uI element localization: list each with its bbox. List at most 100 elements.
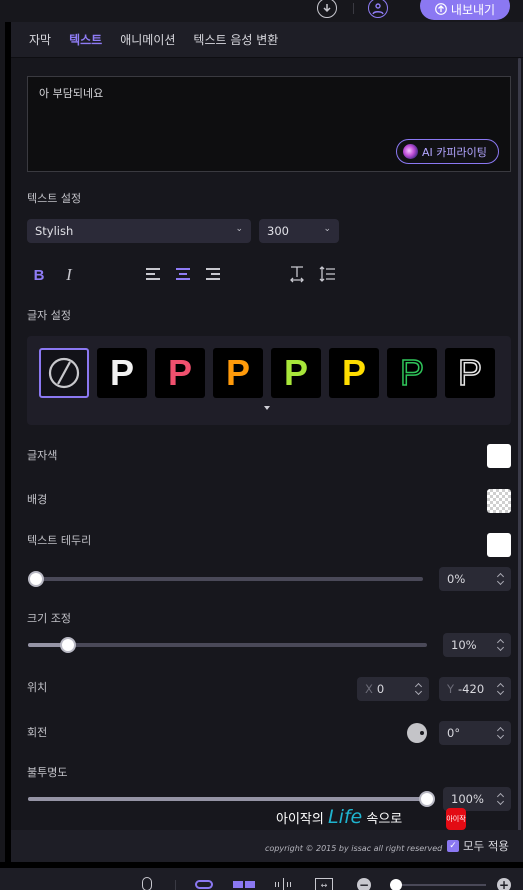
text-style-presets: PPPPPPP [27, 336, 511, 425]
tab-animation[interactable]: 애니메이션 [120, 31, 175, 48]
letter-spacing-icon[interactable] [289, 265, 305, 283]
tab-text[interactable]: 텍스트 [69, 31, 102, 48]
stepper-arrows-icon[interactable] [497, 682, 505, 696]
size-value: 10% [451, 638, 477, 652]
preset-pink[interactable]: P [155, 348, 205, 398]
divider [353, 3, 354, 14]
align-right-icon[interactable] [206, 267, 221, 281]
export-button[interactable]: 내보내기 [420, 0, 510, 20]
position-x-input[interactable]: X 0 [357, 677, 429, 701]
text-settings-label: 텍스트 설정 [27, 192, 82, 205]
size-slider[interactable] [28, 637, 427, 653]
text-border-label: 텍스트 테두리 [27, 534, 92, 547]
preset-none[interactable] [39, 348, 89, 398]
scrollbar[interactable] [518, 58, 521, 833]
border-width-slider[interactable] [28, 571, 423, 587]
download-circle-icon[interactable] [317, 0, 337, 18]
position-x-value: 0 [376, 682, 385, 696]
preset-yellow[interactable]: P [329, 348, 379, 398]
text-color-label: 글자색 [27, 449, 58, 462]
apply-all-checkbox[interactable]: ✓ 모두 적용 [447, 838, 509, 854]
zoom-in-icon[interactable]: + [497, 878, 511, 890]
microphone-icon[interactable] [142, 877, 152, 890]
italic-button[interactable]: I [62, 265, 76, 285]
background-color-swatch[interactable] [487, 489, 511, 513]
split-icon[interactable] [233, 877, 255, 890]
slider-thumb[interactable] [419, 791, 435, 807]
font-family-select[interactable]: Stylish ⌄ [27, 219, 251, 243]
timeline-toolbar: ↔ − + [0, 868, 523, 890]
char-settings-label: 글자 설정 [27, 309, 71, 322]
fit-width-icon[interactable]: ↔ [315, 878, 333, 890]
export-label: 내보내기 [450, 2, 496, 17]
ai-copywriting-button[interactable]: AI 카피라이팅 [396, 139, 499, 164]
watermark-life: Life [327, 806, 363, 828]
preset-white[interactable]: P [97, 348, 147, 398]
opacity-label: 불투명도 [27, 766, 68, 779]
text-color-swatch[interactable] [487, 444, 511, 468]
text-content-value: 아 부담되네요 [39, 87, 104, 100]
position-y-input[interactable]: Y -420 [439, 677, 511, 701]
border-width-input[interactable]: 0% [439, 567, 511, 591]
rotation-dial[interactable] [407, 723, 427, 743]
expand-presets-icon[interactable] [264, 406, 270, 410]
align-center-icon[interactable] [176, 267, 191, 281]
preset-glyph: P [341, 352, 366, 393]
preset-glyph: P [399, 351, 425, 394]
size-input[interactable]: 10% [443, 633, 511, 657]
opacity-slider[interactable] [28, 791, 435, 807]
font-weight-value: 300 [267, 224, 289, 238]
border-color-swatch[interactable] [487, 533, 511, 557]
ai-copywriting-label: AI 카피라이팅 [422, 145, 487, 159]
font-weight-select[interactable]: 300 ⌄ [259, 219, 339, 243]
slider-thumb[interactable] [59, 637, 76, 653]
slider-thumb[interactable] [28, 571, 44, 587]
size-label: 크기 조정 [27, 612, 71, 625]
stepper-arrows-icon[interactable] [415, 682, 423, 696]
preset-white-outline[interactable]: P [445, 348, 495, 398]
opacity-value: 100% [451, 792, 484, 806]
preset-lime[interactable]: P [271, 348, 321, 398]
tab-subtitle[interactable]: 자막 [29, 31, 51, 48]
preset-glyph: P [109, 352, 134, 393]
editor-window: 내보내기 자막 텍스트 애니메이션 텍스트 음성 변환 아 부담되네요 AI 카… [0, 0, 523, 890]
waveform-icon[interactable] [275, 878, 293, 890]
scrollbar-thumb[interactable] [518, 58, 521, 833]
align-left-icon[interactable] [146, 267, 161, 281]
ai-orb-icon [403, 144, 418, 159]
zoom-out-icon[interactable]: − [357, 878, 371, 890]
divider [175, 880, 176, 890]
zoom-slider-thumb[interactable] [389, 879, 402, 890]
chevron-down-icon: ⌄ [323, 224, 331, 234]
tab-text-to-speech[interactable]: 텍스트 음성 변환 [193, 31, 278, 48]
watermark-copyright: copyright © 2015 by issac all right rese… [265, 844, 443, 853]
line-height-icon[interactable] [318, 265, 336, 283]
link-icon[interactable] [195, 880, 213, 889]
x-prefix: X [365, 682, 373, 696]
preset-orange[interactable]: P [213, 348, 263, 398]
user-circle-icon[interactable] [368, 0, 388, 18]
stepper-arrows-icon[interactable] [497, 792, 505, 806]
rotation-input[interactable]: 0° [439, 721, 511, 745]
chevron-down-icon: ⌄ [235, 224, 243, 234]
text-properties-panel: 자막 텍스트 애니메이션 텍스트 음성 변환 아 부담되네요 AI 카피라이팅 … [11, 22, 523, 862]
stepper-arrows-icon[interactable] [497, 726, 505, 740]
zoom-slider[interactable] [390, 884, 486, 886]
tab-bar: 자막 텍스트 애니메이션 텍스트 음성 변환 [11, 22, 523, 58]
preset-glyph: P [167, 352, 192, 393]
font-family-value: Stylish [35, 224, 74, 238]
watermark-suffix: 속으로 [362, 812, 403, 827]
no-style-icon [48, 357, 80, 389]
upload-icon [435, 3, 447, 15]
preset-glyph: P [225, 352, 250, 393]
y-prefix: Y [447, 682, 455, 696]
stepper-arrows-icon[interactable] [497, 572, 505, 586]
preset-glyph: P [457, 351, 483, 394]
preset-green-outline[interactable]: P [387, 348, 437, 398]
watermark-prefix: 아이작의 [276, 812, 328, 827]
bold-button[interactable]: B [32, 265, 46, 285]
border-width-value: 0% [447, 572, 466, 586]
stepper-arrows-icon[interactable] [497, 638, 505, 652]
checkbox-checked-icon[interactable]: ✓ [447, 840, 460, 852]
apply-all-label: 모두 적용 [463, 839, 509, 853]
